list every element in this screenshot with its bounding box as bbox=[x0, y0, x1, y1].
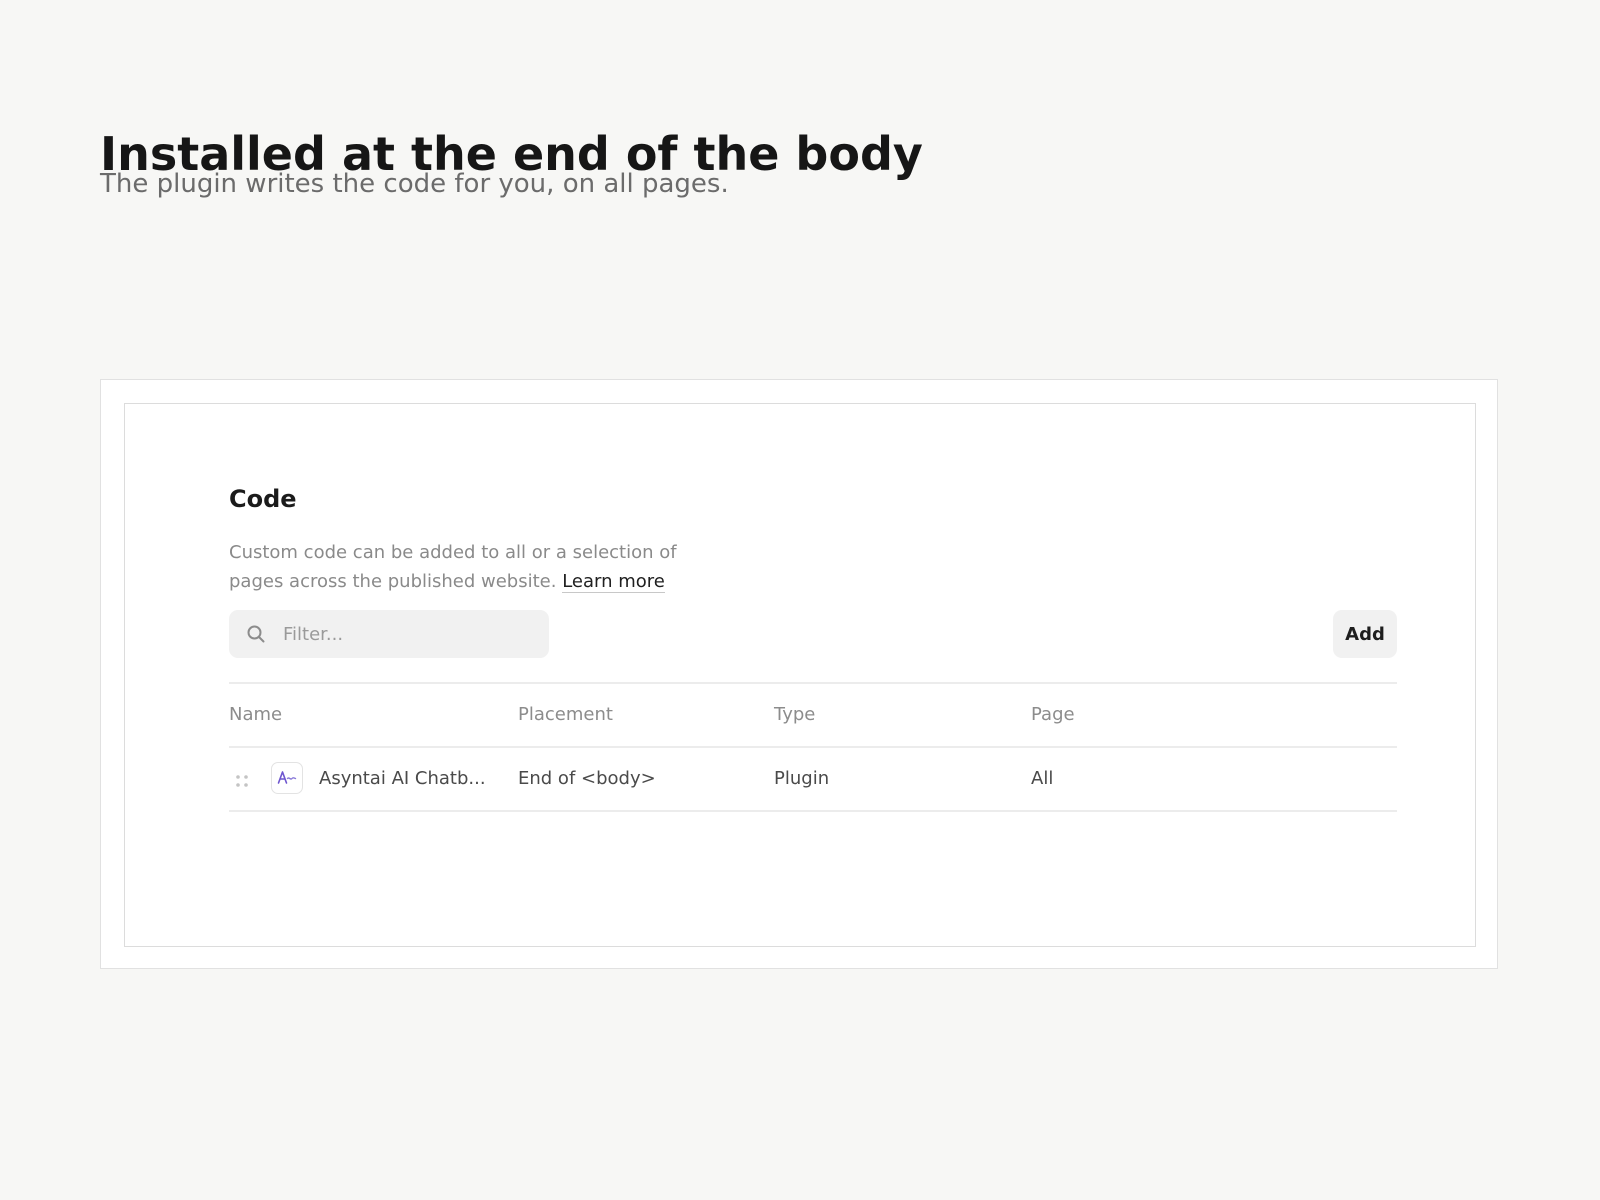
row-placement: End of <body> bbox=[518, 768, 656, 789]
asyntai-logo-icon bbox=[271, 762, 303, 794]
row-name: Asyntai AI Chatb... bbox=[319, 768, 486, 789]
add-code-button[interactable]: Add bbox=[1333, 610, 1397, 658]
column-header-page: Page bbox=[1031, 704, 1075, 725]
page-subtitle: The plugin writes the code for you, on a… bbox=[100, 169, 729, 199]
learn-more-link[interactable]: Learn more bbox=[562, 571, 665, 593]
drag-handle-icon[interactable] bbox=[235, 772, 249, 787]
column-header-placement: Placement bbox=[518, 704, 613, 725]
filter-search-box[interactable] bbox=[229, 610, 549, 658]
search-icon bbox=[245, 623, 267, 645]
code-settings-panel: Code Custom code can be added to all or … bbox=[229, 484, 1397, 812]
code-table: Name Placement Type Page Asyntai AI Chat… bbox=[229, 682, 1397, 812]
row-page: All bbox=[1031, 768, 1054, 789]
row-type: Plugin bbox=[774, 768, 830, 789]
screenshot-inner-frame: Code Custom code can be added to all or … bbox=[124, 403, 1476, 947]
screenshot-frame: Code Custom code can be added to all or … bbox=[100, 379, 1498, 969]
filter-input[interactable] bbox=[281, 622, 525, 646]
table-header-row: Name Placement Type Page bbox=[229, 684, 1397, 748]
code-section-description: Custom code can be added to all or a sel… bbox=[229, 538, 709, 596]
column-header-name: Name bbox=[229, 704, 283, 725]
column-header-type: Type bbox=[774, 704, 816, 725]
code-section-title: Code bbox=[229, 485, 297, 513]
table-row[interactable]: Asyntai AI Chatb... End of <body> Plugin… bbox=[229, 748, 1397, 812]
code-toolbar: Add bbox=[229, 610, 1397, 658]
